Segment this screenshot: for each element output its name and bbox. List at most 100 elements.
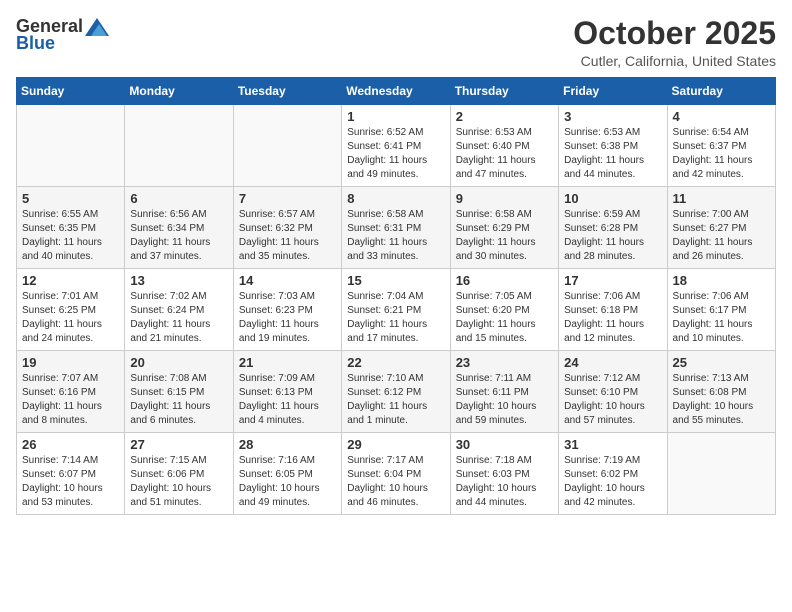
calendar-cell: 30 Sunrise: 7:18 AMSunset: 6:03 PMDayligh… [450, 433, 558, 515]
calendar-cell: 18 Sunrise: 7:06 AMSunset: 6:17 PMDayligh… [667, 269, 775, 351]
day-number: 26 [22, 437, 119, 452]
day-number: 24 [564, 355, 661, 370]
location-text: Cutler, California, United States [573, 53, 776, 69]
day-number: 30 [456, 437, 553, 452]
calendar-cell: 23 Sunrise: 7:11 AMSunset: 6:11 PMDayligh… [450, 351, 558, 433]
calendar-cell: 29 Sunrise: 7:17 AMSunset: 6:04 PMDayligh… [342, 433, 450, 515]
calendar-cell: 8 Sunrise: 6:58 AMSunset: 6:31 PMDaylight… [342, 187, 450, 269]
weekday-header-thursday: Thursday [450, 78, 558, 105]
day-info: Sunrise: 6:58 AMSunset: 6:29 PMDaylight:… [456, 208, 553, 264]
day-info: Sunrise: 7:08 AMSunset: 6:15 PMDaylight:… [130, 372, 227, 428]
weekday-header-wednesday: Wednesday [342, 78, 450, 105]
day-number: 28 [239, 437, 336, 452]
day-number: 8 [347, 191, 444, 206]
calendar-cell: 27 Sunrise: 7:15 AMSunset: 6:06 PMDayligh… [125, 433, 233, 515]
calendar-cell: 13 Sunrise: 7:02 AMSunset: 6:24 PMDayligh… [125, 269, 233, 351]
day-number: 19 [22, 355, 119, 370]
weekday-header-row: SundayMondayTuesdayWednesdayThursdayFrid… [17, 78, 776, 105]
weekday-header-sunday: Sunday [17, 78, 125, 105]
logo-icon [85, 18, 109, 36]
day-info: Sunrise: 7:05 AMSunset: 6:20 PMDaylight:… [456, 290, 553, 346]
calendar-cell: 1 Sunrise: 6:52 AMSunset: 6:41 PMDaylight… [342, 105, 450, 187]
calendar-cell: 9Sunrise: 6:58 AMSunset: 6:29 PMDaylight… [450, 187, 558, 269]
logo-blue-text: Blue [16, 33, 55, 54]
day-info: Sunrise: 7:16 AMSunset: 6:05 PMDaylight:… [239, 454, 336, 510]
day-info: Sunrise: 7:06 AMSunset: 6:18 PMDaylight:… [564, 290, 661, 346]
weekday-header-friday: Friday [559, 78, 667, 105]
calendar-week-5: 26 Sunrise: 7:14 AMSunset: 6:07 PMDayligh… [17, 433, 776, 515]
calendar-cell: 22Sunrise: 7:10 AMSunset: 6:12 PMDayligh… [342, 351, 450, 433]
day-number: 1 [347, 109, 444, 124]
calendar-cell: 15 Sunrise: 7:04 AMSunset: 6:21 PMDayligh… [342, 269, 450, 351]
day-info: Sunrise: 7:10 AMSunset: 6:12 PMDaylight:… [347, 372, 444, 428]
day-info: Sunrise: 7:06 AMSunset: 6:17 PMDaylight:… [673, 290, 770, 346]
day-number: 29 [347, 437, 444, 452]
day-info: Sunrise: 6:58 AMSunset: 6:31 PMDaylight:… [347, 208, 444, 264]
day-info: Sunrise: 7:02 AMSunset: 6:24 PMDaylight:… [130, 290, 227, 346]
day-number: 13 [130, 273, 227, 288]
day-info: Sunrise: 6:52 AMSunset: 6:41 PMDaylight:… [347, 126, 444, 182]
calendar-week-4: 19Sunrise: 7:07 AMSunset: 6:16 PMDayligh… [17, 351, 776, 433]
day-number: 11 [673, 191, 770, 206]
calendar-cell: 11 Sunrise: 7:00 AMSunset: 6:27 PMDayligh… [667, 187, 775, 269]
calendar-cell: 2Sunrise: 6:53 AMSunset: 6:40 PMDaylight… [450, 105, 558, 187]
day-number: 27 [130, 437, 227, 452]
day-number: 16 [456, 273, 553, 288]
day-info: Sunrise: 7:01 AMSunset: 6:25 PMDaylight:… [22, 290, 119, 346]
day-number: 6 [130, 191, 227, 206]
calendar-cell [17, 105, 125, 187]
calendar-week-1: 1 Sunrise: 6:52 AMSunset: 6:41 PMDaylight… [17, 105, 776, 187]
logo: General Blue [16, 16, 109, 54]
day-info: Sunrise: 7:18 AMSunset: 6:03 PMDaylight:… [456, 454, 553, 510]
weekday-header-tuesday: Tuesday [233, 78, 341, 105]
month-title: October 2025 [573, 16, 776, 51]
day-number: 20 [130, 355, 227, 370]
calendar-cell: 7 Sunrise: 6:57 AMSunset: 6:32 PMDaylight… [233, 187, 341, 269]
day-number: 5 [22, 191, 119, 206]
calendar-cell: 5Sunrise: 6:55 AMSunset: 6:35 PMDaylight… [17, 187, 125, 269]
day-number: 4 [673, 109, 770, 124]
day-info: Sunrise: 7:00 AMSunset: 6:27 PMDaylight:… [673, 208, 770, 264]
day-number: 3 [564, 109, 661, 124]
day-number: 7 [239, 191, 336, 206]
calendar-cell: 10 Sunrise: 6:59 AMSunset: 6:28 PMDayligh… [559, 187, 667, 269]
day-info: Sunrise: 6:59 AMSunset: 6:28 PMDaylight:… [564, 208, 661, 264]
title-block: October 2025 Cutler, California, United … [573, 16, 776, 69]
calendar-cell: 3 Sunrise: 6:53 AMSunset: 6:38 PMDaylight… [559, 105, 667, 187]
calendar-cell [667, 433, 775, 515]
calendar-cell: 25Sunrise: 7:13 AMSunset: 6:08 PMDayligh… [667, 351, 775, 433]
day-info: Sunrise: 7:09 AMSunset: 6:13 PMDaylight:… [239, 372, 336, 428]
day-info: Sunrise: 7:15 AMSunset: 6:06 PMDaylight:… [130, 454, 227, 510]
calendar-cell: 16 Sunrise: 7:05 AMSunset: 6:20 PMDayligh… [450, 269, 558, 351]
calendar-cell: 12 Sunrise: 7:01 AMSunset: 6:25 PMDayligh… [17, 269, 125, 351]
day-info: Sunrise: 7:14 AMSunset: 6:07 PMDaylight:… [22, 454, 119, 510]
calendar-cell: 20 Sunrise: 7:08 AMSunset: 6:15 PMDayligh… [125, 351, 233, 433]
day-number: 21 [239, 355, 336, 370]
day-info: Sunrise: 6:53 AMSunset: 6:38 PMDaylight:… [564, 126, 661, 182]
calendar-cell: 21 Sunrise: 7:09 AMSunset: 6:13 PMDayligh… [233, 351, 341, 433]
day-info: Sunrise: 7:17 AMSunset: 6:04 PMDaylight:… [347, 454, 444, 510]
day-info: Sunrise: 6:56 AMSunset: 6:34 PMDaylight:… [130, 208, 227, 264]
day-info: Sunrise: 7:04 AMSunset: 6:21 PMDaylight:… [347, 290, 444, 346]
day-number: 10 [564, 191, 661, 206]
calendar-cell: 28 Sunrise: 7:16 AMSunset: 6:05 PMDayligh… [233, 433, 341, 515]
weekday-header-saturday: Saturday [667, 78, 775, 105]
day-number: 31 [564, 437, 661, 452]
day-info: Sunrise: 6:53 AMSunset: 6:40 PMDaylight:… [456, 126, 553, 182]
day-number: 18 [673, 273, 770, 288]
day-number: 25 [673, 355, 770, 370]
calendar-cell: 31Sunrise: 7:19 AMSunset: 6:02 PMDayligh… [559, 433, 667, 515]
day-info: Sunrise: 7:11 AMSunset: 6:11 PMDaylight:… [456, 372, 553, 428]
calendar-cell [233, 105, 341, 187]
day-number: 15 [347, 273, 444, 288]
calendar-cell: 14Sunrise: 7:03 AMSunset: 6:23 PMDayligh… [233, 269, 341, 351]
day-number: 17 [564, 273, 661, 288]
calendar-cell: 19Sunrise: 7:07 AMSunset: 6:16 PMDayligh… [17, 351, 125, 433]
day-info: Sunrise: 7:03 AMSunset: 6:23 PMDaylight:… [239, 290, 336, 346]
calendar-cell: 24Sunrise: 7:12 AMSunset: 6:10 PMDayligh… [559, 351, 667, 433]
day-number: 23 [456, 355, 553, 370]
day-number: 12 [22, 273, 119, 288]
calendar-week-2: 5Sunrise: 6:55 AMSunset: 6:35 PMDaylight… [17, 187, 776, 269]
calendar-table: SundayMondayTuesdayWednesdayThursdayFrid… [16, 77, 776, 515]
day-info: Sunrise: 6:57 AMSunset: 6:32 PMDaylight:… [239, 208, 336, 264]
